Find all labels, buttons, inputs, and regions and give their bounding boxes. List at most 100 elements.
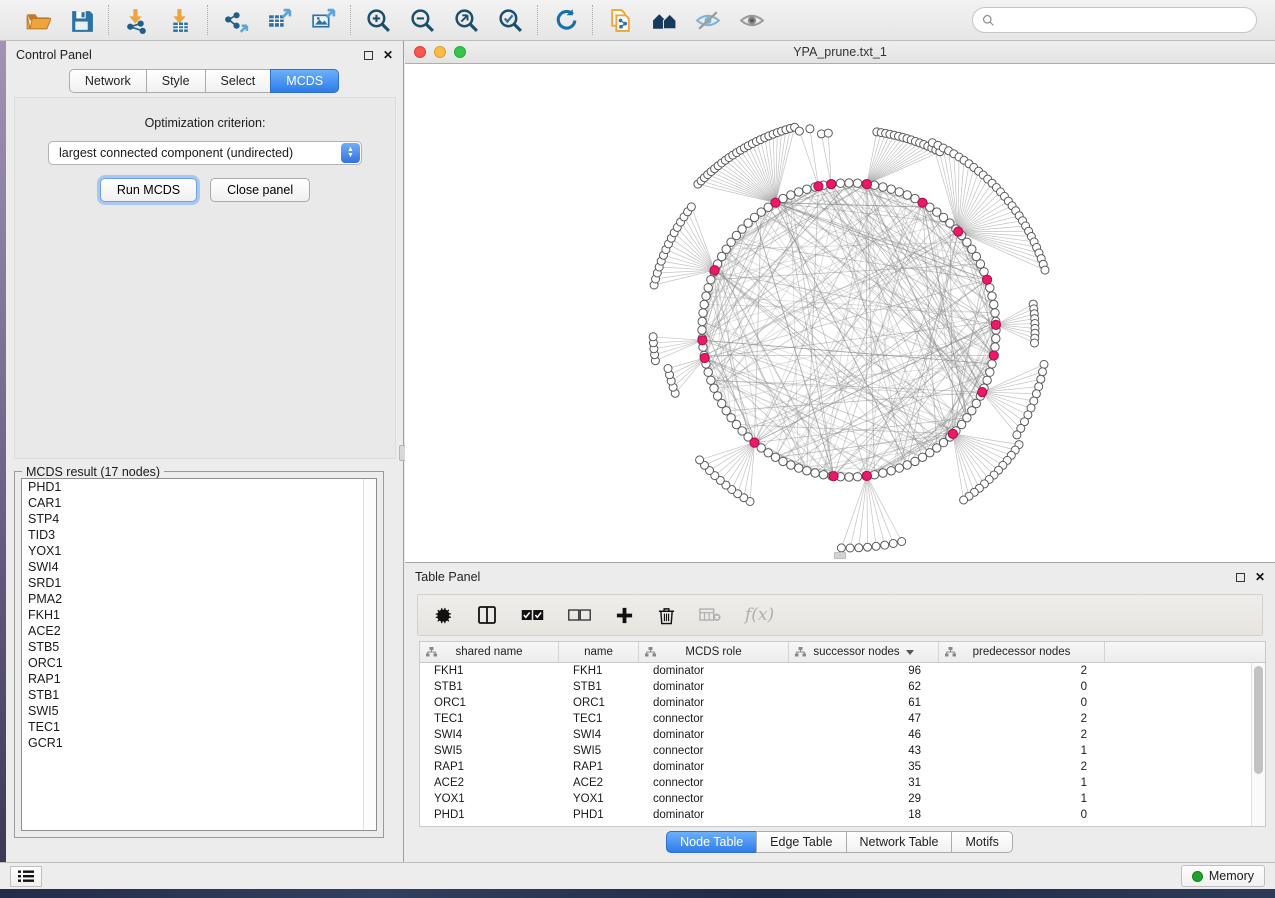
table-row[interactable]: ACE2ACE2connector311 bbox=[420, 775, 1251, 791]
tab-select[interactable]: Select bbox=[205, 69, 272, 93]
first-neighbors-icon[interactable] bbox=[649, 5, 679, 35]
cell-successor-nodes: 62 bbox=[789, 679, 939, 695]
table-panel-header: Table Panel ✕ bbox=[405, 563, 1275, 591]
column-header-successor-nodes[interactable]: successor nodes bbox=[789, 642, 939, 662]
mcds-list-scrollbar[interactable] bbox=[363, 479, 376, 830]
criterion-select[interactable]: largest connected component (undirected)… bbox=[48, 141, 362, 165]
table-settings-gear-icon[interactable] bbox=[434, 606, 453, 625]
mcds-result-item[interactable]: STP4 bbox=[22, 511, 376, 527]
table-row[interactable]: STB1STB1dominator620 bbox=[420, 679, 1251, 695]
hide-selected-icon[interactable] bbox=[693, 5, 723, 35]
network-graph[interactable] bbox=[405, 64, 1275, 561]
column-header-MCDS-role[interactable]: MCDS role bbox=[639, 642, 789, 662]
tab-edge-table[interactable]: Edge Table bbox=[756, 831, 846, 853]
cell-MCDS-role: dominator bbox=[639, 807, 789, 823]
mcds-result-item[interactable]: SWI5 bbox=[22, 703, 376, 719]
cell-name: RAP1 bbox=[559, 759, 639, 775]
float-panel-icon[interactable] bbox=[364, 51, 373, 60]
cell-predecessor-nodes: 0 bbox=[939, 695, 1105, 711]
table-row[interactable]: SWI4SWI4dominator462 bbox=[420, 727, 1251, 743]
table-row[interactable]: FKH1FKH1dominator962 bbox=[420, 663, 1251, 679]
tab-motifs[interactable]: Motifs bbox=[951, 831, 1012, 853]
mcds-result-list[interactable]: PHD1CAR1STP4TID3YOX1SWI4SRD1PMA2FKH1ACE2… bbox=[21, 478, 377, 831]
splitter-grip[interactable] bbox=[834, 552, 846, 559]
import-table-file-icon[interactable] bbox=[165, 5, 195, 35]
table-tabs: Node TableEdge TableNetwork TableMotifs bbox=[405, 831, 1275, 853]
node-table: shared namenameMCDS rolesuccessor nodesp… bbox=[419, 641, 1266, 827]
close-panel-button[interactable]: Close panel bbox=[210, 178, 310, 202]
cell-successor-nodes: 61 bbox=[789, 695, 939, 711]
search-field[interactable] bbox=[972, 7, 1257, 33]
mcds-result-item[interactable]: YOX1 bbox=[22, 543, 376, 559]
cell-successor-nodes: 96 bbox=[789, 663, 939, 679]
run-mcds-button[interactable]: Run MCDS bbox=[100, 178, 197, 202]
zoom-fit-icon[interactable] bbox=[451, 5, 481, 35]
mcds-result-item[interactable]: ORC1 bbox=[22, 655, 376, 671]
cell-predecessor-nodes: 2 bbox=[939, 727, 1105, 743]
close-table-panel-icon[interactable]: ✕ bbox=[1255, 573, 1265, 582]
zoom-selected-icon[interactable] bbox=[495, 5, 525, 35]
table-row[interactable]: ORC1ORC1dominator610 bbox=[420, 695, 1251, 711]
mcds-result-item[interactable]: STB1 bbox=[22, 687, 376, 703]
mcds-result-item[interactable]: ACE2 bbox=[22, 623, 376, 639]
mcds-result-item[interactable]: CAR1 bbox=[22, 495, 376, 511]
save-session-icon[interactable] bbox=[66, 5, 96, 35]
task-history-button[interactable] bbox=[10, 866, 42, 887]
search-input[interactable] bbox=[1001, 13, 1247, 27]
network-canvas[interactable] bbox=[405, 64, 1275, 561]
refresh-view-icon[interactable] bbox=[550, 5, 580, 35]
mcds-result-item[interactable]: RAP1 bbox=[22, 671, 376, 687]
export-table-icon[interactable] bbox=[264, 5, 294, 35]
show-all-icon[interactable] bbox=[737, 5, 767, 35]
select-all-rows-icon[interactable] bbox=[521, 609, 544, 622]
table-scrollbar-thumb[interactable] bbox=[1254, 666, 1263, 774]
duplicate-network-icon[interactable] bbox=[605, 5, 635, 35]
table-row[interactable]: PHD1PHD1dominator180 bbox=[420, 807, 1251, 823]
table-row[interactable]: TEC1TEC1connector472 bbox=[420, 711, 1251, 727]
mcds-result-item[interactable]: PHD1 bbox=[22, 479, 376, 495]
tab-style[interactable]: Style bbox=[146, 69, 206, 93]
table-row[interactable]: YOX1YOX1connector291 bbox=[420, 791, 1251, 807]
zoom-in-icon[interactable] bbox=[363, 5, 393, 35]
network-window-titlebar[interactable]: YPA_prune.txt_1 bbox=[405, 41, 1275, 64]
export-image-icon[interactable] bbox=[308, 5, 338, 35]
column-header-name[interactable]: name bbox=[559, 642, 639, 662]
table-body: FKH1FKH1dominator962STB1STB1dominator620… bbox=[420, 663, 1251, 826]
tab-network[interactable]: Network bbox=[69, 69, 147, 93]
table-row[interactable]: SWI5SWI5connector431 bbox=[420, 743, 1251, 759]
column-header-shared-name[interactable]: shared name bbox=[420, 642, 559, 662]
delete-table-icon bbox=[699, 608, 721, 622]
mcds-result-item[interactable]: SWI4 bbox=[22, 559, 376, 575]
add-column-icon[interactable] bbox=[615, 606, 634, 625]
tab-network-table[interactable]: Network Table bbox=[846, 831, 953, 853]
cell-predecessor-nodes: 2 bbox=[939, 711, 1105, 727]
mcds-result-item[interactable]: FKH1 bbox=[22, 607, 376, 623]
import-network-file-icon[interactable] bbox=[121, 5, 151, 35]
mcds-result-item[interactable]: PMA2 bbox=[22, 591, 376, 607]
deselect-all-rows-icon[interactable] bbox=[568, 609, 591, 622]
mcds-result-item[interactable]: TEC1 bbox=[22, 719, 376, 735]
cell-MCDS-role: connector bbox=[639, 791, 789, 807]
show-columns-icon[interactable] bbox=[477, 605, 497, 625]
tab-mcds[interactable]: MCDS bbox=[270, 69, 339, 93]
mcds-result-item[interactable]: GCR1 bbox=[22, 735, 376, 751]
mcds-result-item[interactable]: STB5 bbox=[22, 639, 376, 655]
cell-predecessor-nodes: 0 bbox=[939, 807, 1105, 823]
table-row[interactable]: RAP1RAP1dominator352 bbox=[420, 759, 1251, 775]
mcds-result-item[interactable]: SRD1 bbox=[22, 575, 376, 591]
cell-name: FKH1 bbox=[559, 663, 639, 679]
tab-node-table[interactable]: Node Table bbox=[666, 831, 757, 853]
memory-button[interactable]: Memory bbox=[1181, 865, 1265, 887]
mcds-result-item[interactable]: TID3 bbox=[22, 527, 376, 543]
float-table-panel-icon[interactable] bbox=[1236, 573, 1245, 582]
export-network-icon[interactable] bbox=[220, 5, 250, 35]
control-panel: Control Panel ✕ NetworkStyleSelectMCDS O… bbox=[6, 41, 404, 862]
open-session-icon[interactable] bbox=[22, 5, 52, 35]
search-area bbox=[972, 7, 1257, 33]
delete-column-icon[interactable] bbox=[658, 606, 675, 625]
column-header-predecessor-nodes[interactable]: predecessor nodes bbox=[939, 642, 1105, 662]
close-panel-icon[interactable]: ✕ bbox=[383, 51, 393, 60]
table-scrollbar[interactable] bbox=[1251, 663, 1265, 826]
zoom-out-icon[interactable] bbox=[407, 5, 437, 35]
cell-successor-nodes: 43 bbox=[789, 743, 939, 759]
